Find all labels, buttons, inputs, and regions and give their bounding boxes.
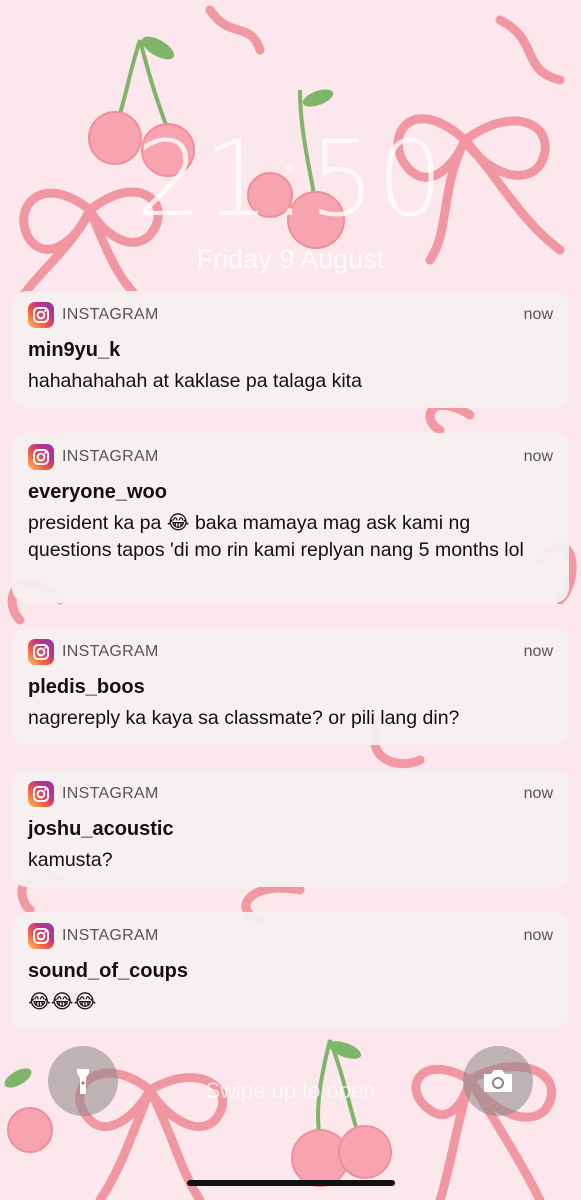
swipe-up-hint: Swipe up to open bbox=[205, 1078, 376, 1103]
notification-card[interactable]: INSTAGRAM now pledis_boos nagrereply ka … bbox=[12, 628, 569, 745]
notification-sender: everyone_woo bbox=[28, 481, 167, 503]
instagram-icon bbox=[28, 444, 54, 470]
notification-message: president ka pa 😂 baka mamaya mag ask ka… bbox=[28, 512, 524, 561]
notification-card[interactable]: INSTAGRAM now joshu_acoustic kamusta? bbox=[12, 770, 569, 887]
notification-time: now bbox=[523, 785, 553, 802]
notification-card[interactable]: INSTAGRAM now min9yu_k hahahahahah at ka… bbox=[12, 291, 569, 408]
instagram-icon bbox=[28, 639, 54, 665]
notification-time: now bbox=[523, 448, 553, 465]
notification-sender: sound_of_coups bbox=[28, 960, 189, 982]
notification-app-name: INSTAGRAM bbox=[62, 643, 159, 660]
notification-time: now bbox=[523, 927, 553, 944]
notification-message: 😂😂😂 bbox=[28, 991, 97, 1013]
lockscreen-date: Friday 9 August bbox=[196, 244, 385, 274]
notification-sender: pledis_boos bbox=[28, 676, 145, 698]
notification-sender: min9yu_k bbox=[28, 339, 121, 361]
notification-card[interactable]: INSTAGRAM now sound_of_coups 😂😂😂 bbox=[12, 912, 569, 1029]
notification-message: kamusta? bbox=[28, 849, 113, 871]
instagram-icon bbox=[28, 781, 54, 807]
notification-time: now bbox=[523, 643, 553, 660]
lockscreen-clock: 21:50 bbox=[135, 118, 446, 240]
notification-app-name: INSTAGRAM bbox=[62, 785, 159, 802]
notification-time: now bbox=[523, 306, 553, 323]
notification-app-name: INSTAGRAM bbox=[62, 306, 159, 323]
notification-app-name: INSTAGRAM bbox=[62, 927, 159, 944]
instagram-icon bbox=[28, 923, 54, 949]
notification-card[interactable]: INSTAGRAM now everyone_woo president ka … bbox=[12, 433, 569, 603]
instagram-icon bbox=[28, 302, 54, 328]
notification-message: nagrereply ka kaya sa classmate? or pili… bbox=[28, 707, 460, 729]
notification-app-name: INSTAGRAM bbox=[62, 448, 159, 465]
notification-message: hahahahahah at kaklase pa talaga kita bbox=[28, 370, 362, 392]
home-indicator[interactable] bbox=[187, 1180, 395, 1186]
notification-sender: joshu_acoustic bbox=[28, 818, 174, 840]
